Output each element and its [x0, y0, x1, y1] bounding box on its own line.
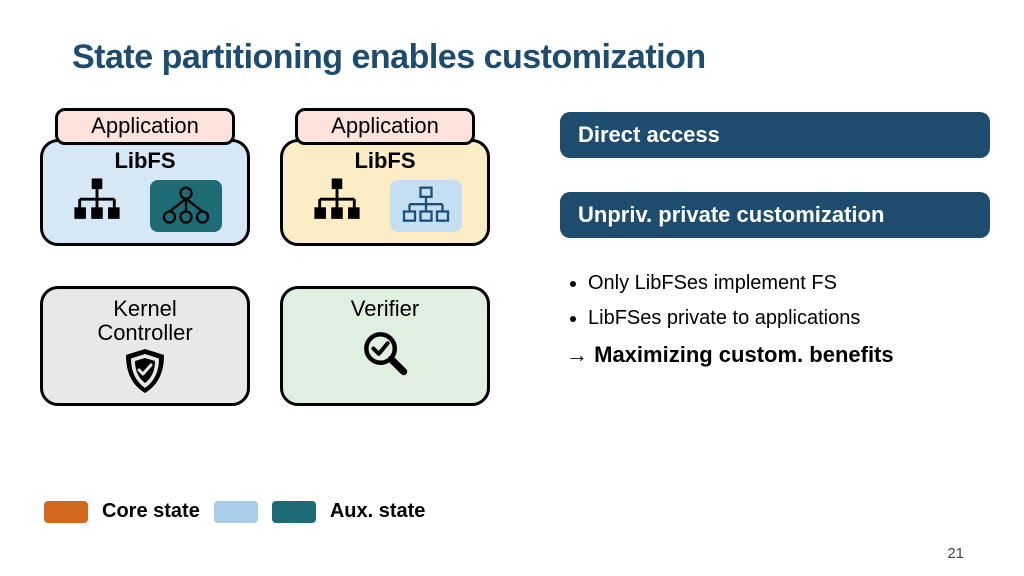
shield-check-icon: [120, 347, 170, 400]
libfs-label: LibFS: [53, 148, 237, 174]
libfs-box-yellow: LibFS: [280, 139, 490, 246]
bullet-item: Only LibFSes implement FS: [588, 272, 990, 295]
tree-icon: [308, 178, 366, 233]
aux-graph-icon: [150, 180, 222, 232]
libfs-row: Application LibFS: [40, 108, 510, 246]
application-box: Application: [295, 108, 475, 145]
stack-2: Application LibFS: [280, 108, 490, 246]
legend-swatch-aux-light: [214, 501, 258, 523]
conclusion-text: Maximizing custom. benefits: [594, 342, 894, 367]
kernel-verifier-row: KernelController Verifier: [40, 286, 510, 406]
kernel-controller-box: KernelController: [40, 286, 250, 406]
tree-icon: [68, 178, 126, 233]
verifier-label: Verifier: [351, 297, 419, 321]
legend-label-aux: Aux. state: [330, 500, 426, 523]
banner-unpriv-customization: Unpriv. private customization: [560, 192, 990, 238]
stack-1: Application LibFS: [40, 108, 250, 246]
banner-direct-access: Direct access: [560, 112, 990, 158]
slide-title: State partitioning enables customization: [72, 38, 706, 77]
legend-swatch-core: [44, 501, 88, 523]
aux-blocks-icon: [390, 180, 462, 232]
arrow-icon: →: [566, 342, 588, 367]
kernel-controller-label: KernelController: [97, 297, 192, 345]
application-box: Application: [55, 108, 235, 145]
legend: Core state Aux. state: [44, 500, 425, 523]
legend-swatch-aux-teal: [272, 501, 316, 523]
conclusion-line: → Maximizing custom. benefits: [566, 342, 990, 368]
libfs-label: LibFS: [293, 148, 477, 174]
verifier-box: Verifier: [280, 286, 490, 406]
legend-label-core: Core state: [102, 500, 200, 523]
right-column: Direct access Unpriv. private customizat…: [560, 112, 990, 368]
bullet-item: LibFSes private to applications: [588, 307, 990, 330]
magnifier-check-icon: [360, 329, 410, 382]
libfs-box-blue: LibFS: [40, 139, 250, 246]
diagram-area: Application LibFS: [40, 108, 510, 406]
page-number: 21: [947, 545, 964, 562]
bullet-list: Only LibFSes implement FS LibFSes privat…: [566, 272, 990, 330]
